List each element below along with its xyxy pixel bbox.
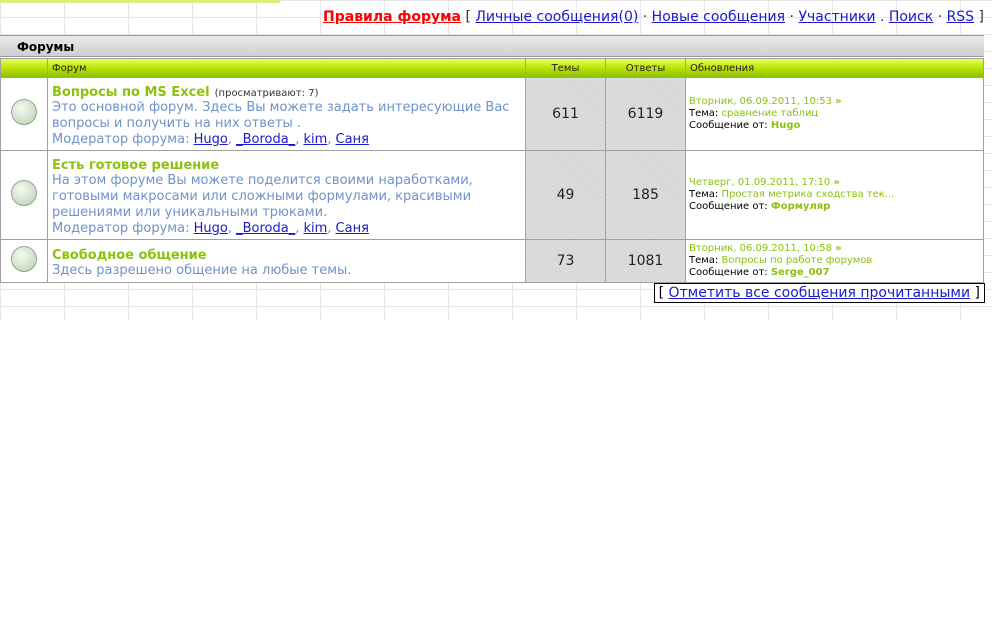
update-topic-label: Тема: (689, 189, 719, 200)
update-topic-link[interactable]: Вопросы по работе форумов (722, 255, 873, 266)
mark-read-bracket-open: [ (658, 285, 665, 301)
forum-status-icon (11, 99, 37, 125)
moderators-label: Модератор форума: (52, 221, 190, 236)
forum-title-link[interactable]: Вопросы по MS Excel (52, 85, 210, 100)
nav-separator: . (879, 9, 885, 25)
search-link[interactable]: Поиск (889, 9, 933, 25)
viewing-count: (просматривают: 7) (214, 88, 319, 99)
new-messages-link[interactable]: Новые сообщения (652, 9, 785, 25)
forums-section-header: Форумы (0, 35, 984, 57)
update-author-link[interactable]: Hugo (771, 120, 801, 131)
nav-separator: · (937, 9, 943, 25)
forum-table-header: Форум Темы Ответы Обновления (1, 59, 983, 77)
moderator-link[interactable]: _Boroda_ (236, 132, 295, 147)
moderator-link[interactable]: kim (303, 132, 327, 147)
update-author-label: Сообщение от: (689, 267, 768, 278)
topics-count: 611 (526, 78, 605, 150)
forum-row: Вопросы по MS Excel (просматривают: 7) Э… (1, 78, 983, 150)
moderator-link[interactable]: _Boroda_ (236, 221, 295, 236)
moderator-link[interactable]: Саня (336, 221, 369, 236)
icon-column-header (1, 59, 47, 77)
column-header-replies: Ответы (606, 59, 685, 77)
update-author-label: Сообщение от: (689, 201, 768, 212)
forum-description: Здесь разрешено общение на любые темы. (52, 262, 352, 278)
update-author-link[interactable]: Формуляр (771, 201, 831, 212)
forum-title-link[interactable]: Есть готовое решение (52, 158, 219, 173)
nav-separator: · (642, 9, 648, 25)
moderator-link[interactable]: Hugo (194, 132, 228, 147)
forum-row: Есть готовое решение На этом форуме Вы м… (1, 151, 983, 239)
topics-count: 49 (526, 151, 605, 239)
top-navigation: Правила форума [ Личные сообщения(0) · Н… (323, 9, 984, 25)
forum-status-icon (11, 246, 37, 272)
moderators: Модератор форума: Hugo, _Boroda_, kim, С… (52, 132, 369, 147)
moderator-link[interactable]: Hugo (194, 221, 228, 236)
mark-read-bracket-close: ] (974, 285, 980, 301)
update-date: Вторник, 06.09.2011, 10:58 (689, 243, 833, 254)
column-header-forum: Форум (48, 59, 525, 77)
update-topic-label: Тема: (689, 255, 719, 266)
update-author-link[interactable]: Serge_007 (771, 267, 830, 278)
replies-count: 6119 (606, 78, 685, 150)
forum-description: Это основной форум. Здесь Вы можете зада… (52, 100, 510, 131)
mark-all-read-link[interactable]: Отметить все сообщения прочитанными (668, 285, 970, 301)
last-update: Четверг, 01.09.2011, 17:10 » Тема: Прост… (686, 151, 983, 239)
forum-row: Свободное общение Здесь разрешено общени… (1, 240, 983, 282)
last-update: Вторник, 06.09.2011, 10:53 » Тема: сравн… (686, 78, 983, 150)
members-link[interactable]: Участники (798, 9, 875, 25)
column-header-updates: Обновления (686, 59, 983, 77)
nav-bracket-open: [ (465, 9, 471, 25)
update-author-label: Сообщение от: (689, 120, 768, 131)
moderators: Модератор форума: Hugo, _Boroda_, kim, С… (52, 221, 369, 236)
forum-description: На этом форуме Вы можете поделится своим… (52, 173, 473, 220)
update-date: Четверг, 01.09.2011, 17:10 (689, 177, 831, 188)
moderator-link[interactable]: kim (303, 221, 327, 236)
replies-count: 1081 (606, 240, 685, 282)
forum-status-icon (11, 180, 37, 206)
last-update: Вторник, 06.09.2011, 10:58 » Тема: Вопро… (686, 240, 983, 282)
forum-rules-link[interactable]: Правила форума (323, 9, 461, 25)
topics-count: 73 (526, 240, 605, 282)
go-to-last-post-icon[interactable]: » (835, 243, 841, 254)
moderators-label: Модератор форума: (52, 132, 190, 147)
go-to-last-post-icon[interactable]: » (833, 177, 839, 188)
update-topic-label: Тема: (689, 108, 719, 119)
forum-title-link[interactable]: Свободное общение (52, 248, 207, 263)
nav-separator: · (789, 9, 794, 25)
moderator-link[interactable]: Саня (336, 132, 369, 147)
mark-all-read: [ Отметить все сообщения прочитанными ] (653, 283, 985, 303)
update-topic-link[interactable]: сравнение таблиц (722, 108, 819, 119)
replies-count: 185 (606, 151, 685, 239)
top-accent-line (0, 0, 280, 3)
nav-bracket-close: ] (978, 9, 984, 25)
update-date: Вторник, 06.09.2011, 10:53 (689, 96, 833, 107)
private-messages-link[interactable]: Личные сообщения(0) (475, 9, 638, 25)
go-to-last-post-icon[interactable]: » (835, 96, 841, 107)
column-header-topics: Темы (526, 59, 605, 77)
rss-link[interactable]: RSS (947, 9, 975, 25)
forum-table: Форум Темы Ответы Обновления Вопросы по … (0, 58, 984, 283)
update-topic-link[interactable]: Простая метрика сходства тек... (722, 189, 895, 200)
